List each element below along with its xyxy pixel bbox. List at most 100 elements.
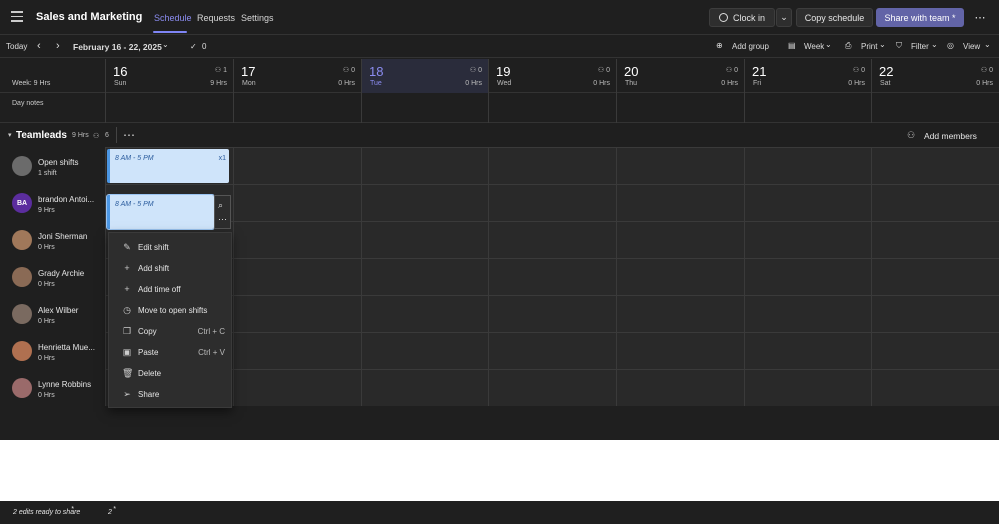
- menu-item[interactable]: ➢ Share: [109, 384, 233, 404]
- clock-in-button[interactable]: Clock in: [709, 8, 775, 27]
- day-note-cell[interactable]: [361, 93, 488, 123]
- day-note-cell[interactable]: [744, 93, 871, 123]
- hamburger-menu-icon[interactable]: [11, 11, 23, 23]
- member-cell[interactable]: Joni Sherman 0 Hrs: [0, 221, 104, 258]
- schedule-cell[interactable]: [233, 184, 361, 221]
- schedule-cell[interactable]: [361, 295, 488, 332]
- add-members-button[interactable]: Add members: [924, 131, 977, 141]
- magnifier-icon[interactable]: ⌕: [218, 200, 223, 211]
- schedule-cell[interactable]: [616, 258, 744, 295]
- day-note-cell[interactable]: [233, 93, 361, 123]
- schedule-cell[interactable]: [744, 295, 871, 332]
- schedule-cell[interactable]: [361, 332, 488, 369]
- schedule-cell[interactable]: [616, 369, 744, 406]
- collapse-group-icon[interactable]: ▾: [8, 131, 12, 139]
- clock-in-label: Clock in: [732, 12, 765, 23]
- group-more-icon[interactable]: ⋯: [123, 128, 135, 142]
- member-cell[interactable]: Henrietta Mue... 0 Hrs: [0, 332, 104, 369]
- copy-schedule-button[interactable]: Copy schedule: [796, 8, 873, 27]
- share-with-team-button[interactable]: Share with team *: [876, 8, 964, 27]
- view-button[interactable]: View: [963, 42, 980, 51]
- member-cell[interactable]: Open shifts 1 shift: [0, 147, 104, 184]
- menu-item[interactable]: + Add time off: [109, 279, 233, 299]
- schedule-cell[interactable]: [871, 221, 999, 258]
- date-range[interactable]: February 16 - 22, 2025: [73, 42, 162, 52]
- selected-shift-card[interactable]: 8 AM - 5 PM: [106, 194, 215, 230]
- next-week-icon[interactable]: ›: [56, 40, 60, 52]
- day-note-cell[interactable]: [871, 93, 999, 123]
- menu-item[interactable]: ❐ Copy Ctrl + C: [109, 321, 233, 341]
- member-cell[interactable]: Lynne Robbins 0 Hrs: [0, 369, 104, 406]
- member-cell[interactable]: Alex Wilber 0 Hrs: [0, 295, 104, 332]
- menu-item[interactable]: 🗑 Delete: [109, 363, 233, 383]
- day-column-header[interactable]: 21 Fri ⚇ 0 0 Hrs: [744, 59, 871, 93]
- schedule-cell[interactable]: [233, 221, 361, 258]
- tab-requests[interactable]: Requests: [197, 13, 235, 23]
- schedule-cell[interactable]: [871, 295, 999, 332]
- print-button[interactable]: Print: [861, 42, 877, 51]
- day-column-header[interactable]: 16 Sun ⚇ 1 9 Hrs: [105, 59, 233, 93]
- schedule-cell[interactable]: [744, 332, 871, 369]
- schedule-cell[interactable]: [871, 258, 999, 295]
- schedule-cell[interactable]: [744, 147, 871, 184]
- schedule-cell[interactable]: [616, 147, 744, 184]
- day-column-header[interactable]: 19 Wed ⚇ 0 0 Hrs: [488, 59, 616, 93]
- schedule-cell[interactable]: [871, 369, 999, 406]
- schedule-cell[interactable]: [871, 147, 999, 184]
- menu-item[interactable]: + Add shift: [109, 258, 233, 278]
- member-cell[interactable]: BA brandon Antoi... 9 Hrs: [0, 184, 104, 221]
- tab-schedule[interactable]: Schedule: [154, 13, 192, 23]
- open-shift-card[interactable]: 8 AM - 5 PM x1: [107, 149, 229, 183]
- week-view-button[interactable]: Week: [804, 42, 824, 51]
- schedule-cell[interactable]: [488, 221, 616, 258]
- more-options-icon[interactable]: ⋯: [970, 8, 990, 27]
- date-range-chevron-icon[interactable]: ⌄: [162, 40, 169, 49]
- tab-settings[interactable]: Settings: [241, 13, 274, 23]
- schedule-cell[interactable]: [488, 332, 616, 369]
- today-button[interactable]: Today: [6, 42, 27, 51]
- schedule-cell[interactable]: [871, 332, 999, 369]
- schedule-cell[interactable]: [233, 258, 361, 295]
- filter-button[interactable]: Filter: [911, 42, 929, 51]
- schedule-cell[interactable]: [744, 369, 871, 406]
- prev-week-icon[interactable]: ‹: [37, 40, 41, 52]
- day-note-cell[interactable]: [616, 93, 744, 123]
- schedule-cell[interactable]: [616, 184, 744, 221]
- schedule-cell[interactable]: [744, 221, 871, 258]
- group-header: ▾ Teamleads 9 Hrs ⚇ 6 ⋯ ⚇ Add members: [0, 124, 999, 147]
- schedule-cell[interactable]: [744, 184, 871, 221]
- member-cell[interactable]: Grady Archie 0 Hrs: [0, 258, 104, 295]
- day-column-header[interactable]: 17 Mon ⚇ 0 0 Hrs: [233, 59, 361, 93]
- schedule-cell[interactable]: [361, 147, 488, 184]
- schedule-cell[interactable]: [233, 295, 361, 332]
- schedule-cell[interactable]: [233, 369, 361, 406]
- schedule-cell[interactable]: [616, 221, 744, 258]
- day-column-header[interactable]: 20 Thu ⚇ 0 0 Hrs: [616, 59, 744, 93]
- menu-item[interactable]: ✎ Edit shift: [109, 237, 233, 257]
- day-note-cell[interactable]: [488, 93, 616, 123]
- schedule-cell[interactable]: [361, 258, 488, 295]
- people-icon: ⚇: [342, 67, 352, 74]
- schedule-cell[interactable]: [488, 184, 616, 221]
- schedule-cell[interactable]: [233, 147, 361, 184]
- menu-item[interactable]: ▣ Paste Ctrl + V: [109, 342, 233, 362]
- schedule-cell[interactable]: [488, 147, 616, 184]
- day-note-cell[interactable]: [105, 93, 233, 123]
- schedule-cell[interactable]: [361, 369, 488, 406]
- day-column-header[interactable]: 22 Sat ⚇ 0 0 Hrs: [871, 59, 999, 93]
- schedule-cell[interactable]: [616, 295, 744, 332]
- day-column-header[interactable]: 18 Tue ⚇ 0 0 Hrs: [361, 59, 488, 93]
- schedule-cell[interactable]: [361, 184, 488, 221]
- schedule-cell[interactable]: [744, 258, 871, 295]
- schedule-cell[interactable]: [488, 258, 616, 295]
- schedule-cell[interactable]: [488, 369, 616, 406]
- schedule-cell[interactable]: [488, 295, 616, 332]
- schedule-cell[interactable]: [233, 332, 361, 369]
- schedule-cell[interactable]: [871, 184, 999, 221]
- schedule-cell[interactable]: [616, 332, 744, 369]
- clock-in-dropdown[interactable]: ⌄: [776, 8, 792, 27]
- add-group-button[interactable]: Add group: [732, 42, 769, 51]
- menu-item[interactable]: ◷ Move to open shifts: [109, 300, 233, 320]
- shift-more-icon[interactable]: ⋯: [218, 214, 227, 225]
- schedule-cell[interactable]: [361, 221, 488, 258]
